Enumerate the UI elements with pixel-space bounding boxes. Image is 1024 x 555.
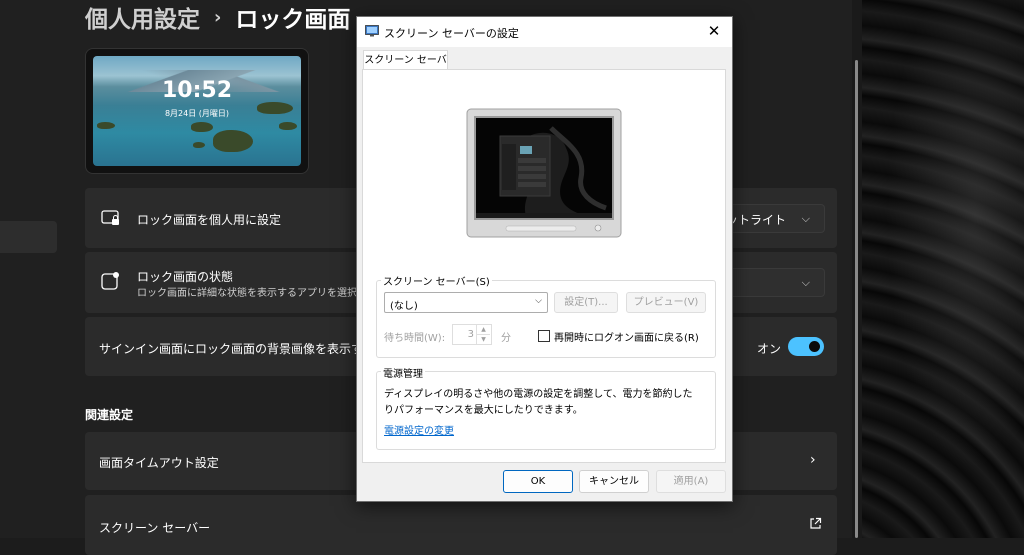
tab-screen-saver[interactable]: スクリーン セーバー (363, 50, 448, 85)
breadcrumb: 個人用設定 › ロック画面 (85, 0, 350, 34)
spin-down-icon[interactable]: ▼ (476, 334, 490, 344)
cancel-button[interactable]: キャンセル (579, 470, 649, 493)
island-decoration (279, 122, 297, 130)
dialog-titlebar[interactable]: スクリーン セーバーの設定 ✕ (357, 17, 732, 47)
card-title: スクリーン セーバー (99, 521, 211, 535)
power-description-line1: ディスプレイの明るさや他の電源の設定を調整して、電力を節約した (384, 389, 693, 400)
lock-screen-icon (101, 210, 119, 225)
signin-background-toggle[interactable] (788, 337, 824, 356)
toggle-state-label: オン (757, 342, 782, 356)
external-link-icon (810, 517, 822, 529)
wait-time-unit: 分 (501, 333, 511, 344)
wait-time-label: 待ち時間(W): (384, 333, 446, 344)
spin-up-icon[interactable]: ▲ (476, 325, 490, 334)
chevron-down-icon: ⌵ (535, 296, 542, 306)
chevron-down-icon: ⌵ (801, 276, 810, 289)
settings-button[interactable]: 設定(T)... (554, 292, 618, 313)
power-group-label: 電源管理 (381, 365, 425, 380)
dialog-title: スクリーン セーバーの設定 (384, 27, 519, 40)
card-title: 画面タイムアウト設定 (99, 456, 219, 470)
lock-screen-clock: 10:52 (161, 78, 233, 103)
wait-time-value: 3 (467, 329, 474, 340)
chevron-down-icon: ⌵ (801, 212, 810, 225)
chevron-right-icon: › (810, 452, 816, 468)
resume-logon-checkbox[interactable] (538, 330, 550, 342)
apply-button[interactable]: 適用(A) (656, 470, 726, 493)
island-decoration (213, 130, 253, 152)
ok-button[interactable]: OK (503, 470, 573, 493)
change-power-settings-link[interactable]: 電源設定の変更 (384, 422, 454, 437)
status-app-icon (101, 272, 119, 290)
power-description-line2: りパフォーマンスを最大にしたりできます。 (384, 405, 583, 416)
page-title: ロック画面 (235, 7, 351, 33)
resume-logon-label: 再開時にログオン画面に戻る(R) (554, 333, 699, 344)
screen-saver-dialog: スクリーン セーバーの設定 ✕ スクリーン セーバー スクリーン セーバー(S) (356, 16, 733, 502)
breadcrumb-parent[interactable]: 個人用設定 (85, 0, 200, 34)
monitor-icon (365, 25, 379, 37)
close-icon[interactable]: ✕ (702, 20, 726, 42)
screen-saver-group-label: スクリーン セーバー(S) (381, 273, 492, 288)
card-subtitle: ロック画面に詳細な状態を表示するアプリを選択しま (137, 288, 377, 299)
card-title: ロック画面の状態 (137, 270, 234, 284)
desktop-wallpaper (862, 0, 1024, 538)
card-title: ロック画面を個人用に設定 (137, 213, 282, 227)
monitor-preview-illustration (466, 108, 622, 238)
breadcrumb-separator-icon: › (214, 6, 222, 28)
select-value: (なし) (390, 301, 418, 312)
lock-screen-preview: 10:52 8月24日 (月曜日) (85, 48, 309, 174)
island-decoration (97, 122, 115, 129)
island-decoration (191, 122, 213, 132)
island-decoration (193, 142, 205, 148)
scrollbar-thumb[interactable] (855, 60, 858, 538)
card-title: サインイン画面にロック画面の背景画像を表示する (99, 342, 376, 356)
screen-saver-select[interactable]: (なし) ⌵ (384, 292, 548, 313)
related-screen-saver[interactable]: スクリーン セーバー (85, 495, 837, 555)
wait-time-stepper[interactable]: 3 ▲ ▼ (452, 324, 492, 345)
related-settings-heading: 関連設定 (85, 408, 134, 422)
lock-screen-date: 8月24日 (月曜日) (164, 109, 230, 118)
preview-button[interactable]: プレビュー(V) (626, 292, 706, 313)
nav-selected-item[interactable] (0, 221, 57, 253)
tab-panel: スクリーン セーバー(S) (なし) ⌵ 設定(T)... プレビュー(V) 待… (362, 69, 726, 463)
lock-screen-image: 10:52 8月24日 (月曜日) (93, 56, 301, 166)
